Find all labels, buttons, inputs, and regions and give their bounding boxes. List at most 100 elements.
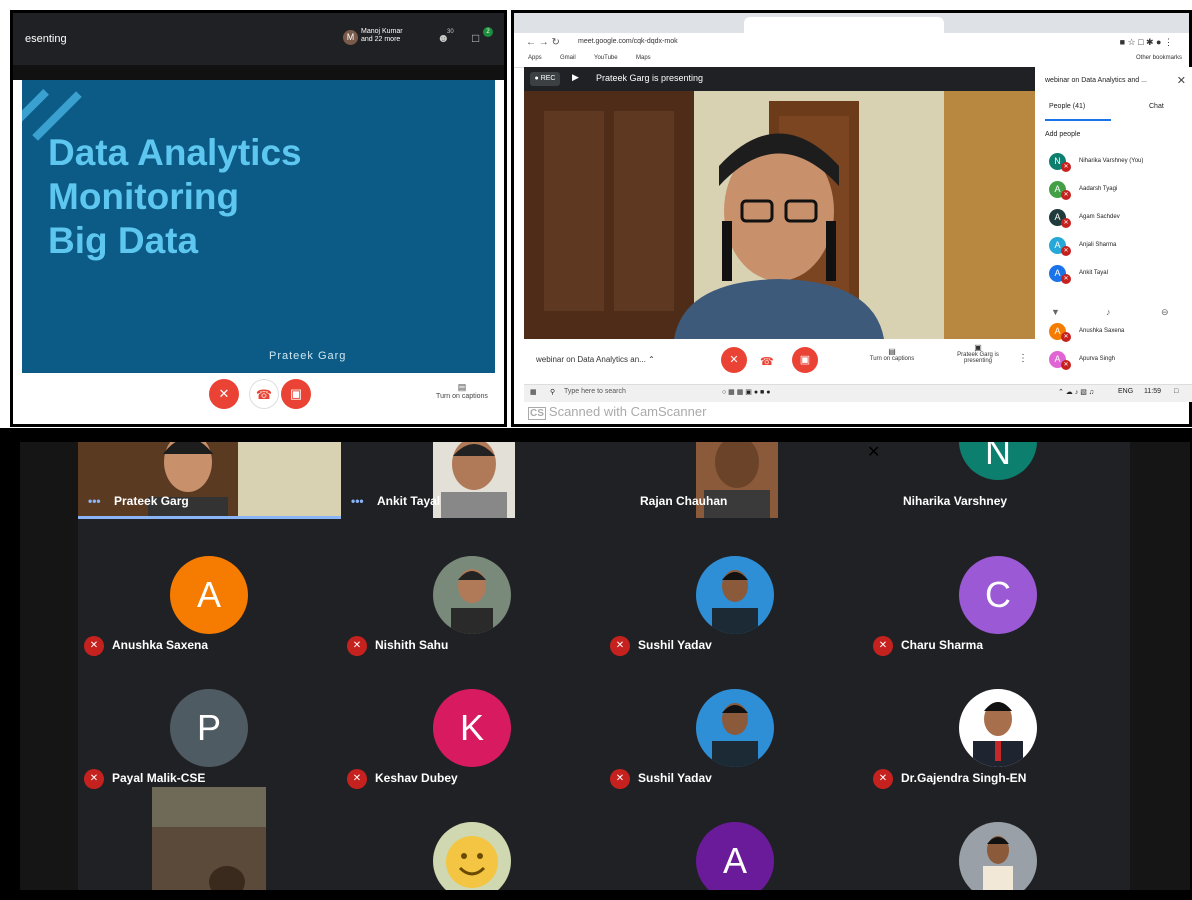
meeting-details-button[interactable]: webinar on Data Analytics an... ⌃ [536,355,655,364]
mute-icon[interactable]: ♪ [1106,307,1111,317]
slide-presentation-panel: esenting M Manoj Kumar and 22 more ☻ 30 … [10,10,507,427]
slide-title-line: Data Analytics [48,132,302,173]
participant-tile[interactable]: ✕ Nishith Sahu [341,546,604,671]
camera-off-button[interactable]: ▣ [281,379,311,409]
divider [13,65,504,80]
presenter-video [524,91,1035,339]
speaking-indicator [78,516,341,519]
add-people-button[interactable]: Add people [1045,131,1080,138]
participant-row[interactable]: A ✕ Anjali Sharma [1049,237,1189,257]
tab-chat[interactable]: Chat [1149,103,1164,110]
top-bar: esenting M Manoj Kumar and 22 more ☻ 30 … [13,13,504,65]
close-icon[interactable]: ✕ [1177,74,1186,87]
participant-row[interactable]: N ✕ Niharika Varshney (You) [1049,153,1189,173]
participant-row[interactable]: A ✕ Aadarsh Tyagi [1049,181,1189,201]
avatar: M [343,30,358,45]
participant-tile[interactable]: A [604,812,867,890]
more-options-icon[interactable]: ⋮ [1018,353,1028,364]
participant-name: Niharika Varshney [903,494,1008,508]
participant-tile[interactable]: A ✕ Anushka Saxena [78,546,341,671]
bookmark-gmail[interactable]: Gmail [560,55,576,61]
participant-grid: ••• Prateek Garg ••• Ankit Tayal ✕ Rajan [20,442,1190,890]
participant-tile[interactable]: C ✕ Charu Sharma [867,546,1130,671]
participant-tile[interactable]: ✕ Sushil Yadav [604,679,867,804]
participant-row[interactable]: A ✕ Apurva Singh [1049,351,1189,371]
notification-icon[interactable]: □ [1174,388,1178,395]
captions-button[interactable]: ▤ Turn on captions [431,382,493,400]
chat-icon[interactable]: □ [472,31,479,45]
video-tile[interactable]: ••• Prateek Garg [78,442,341,520]
camera-off-icon: ▣ [799,354,811,366]
recording-bar: ● REC ▶ Prateek Garg is presenting [524,67,1035,91]
browser-toolbar-icons[interactable]: ■ ☆ □ ✱ ● ⋮ [1120,37,1173,48]
tray-icons: ⌃ ☁ ♪ ▧ ♫ [1058,389,1095,396]
people-count: 30 [447,29,454,35]
participant-tile[interactable] [867,812,1130,890]
address-bar: ← → ↻ meet.google.com/cqk-dqdx-mok ■ ☆ □… [514,33,1189,53]
video-tile[interactable]: ✕ Rajan Chauhan [604,442,867,520]
taskbar-search[interactable]: Type here to search [564,388,626,395]
participant-name: Sushil Yadav [638,771,712,785]
participant-name: Agam Sachdev [1079,214,1120,220]
windows-start-icon[interactable]: ▦ [530,388,537,396]
leave-call-button[interactable]: ☎ [760,355,774,368]
participant-tile[interactable]: K ✕ Keshav Dubey [341,679,604,804]
leave-call-button[interactable]: ☎ [249,379,279,409]
tab-strip [514,13,1189,33]
cc-icon: ▤ [888,347,896,356]
meet-controls: webinar on Data Analytics an... ⌃ ✕ ☎ ▣ … [524,339,1035,384]
pin-icon[interactable]: ▼ [1051,307,1060,317]
mic-off-icon: ✕ [610,769,630,789]
avatar-photo [696,689,774,767]
cc-icon: ▤ [457,382,467,392]
participant-name: Anjali Sharma [1079,242,1117,248]
remove-icon[interactable]: ⊖ [1161,307,1169,318]
present-now-button[interactable]: ▣ Prateek Garg is presenting [948,343,1008,364]
taskbar-app-icons[interactable]: ○ ▦ ▦ ▣ ● ■ ● [722,388,770,396]
participant-tile[interactable]: P ✕ Payal Malik-CSE [78,679,341,804]
video-feed [152,787,266,890]
browser-tab[interactable] [744,17,944,33]
bookmark-youtube[interactable]: YouTube [594,55,618,61]
mic-off-button[interactable]: ✕ [209,379,239,409]
presenter-video-image [524,91,1035,339]
bookmark-maps[interactable]: Maps [636,55,651,61]
tab-people[interactable]: People (41) [1049,103,1085,110]
mic-off-button[interactable]: ✕ [721,347,747,373]
participant-row[interactable]: A ✕ Ankit Tayal [1049,265,1189,285]
camera-off-button[interactable]: ▣ [792,347,818,373]
other-bookmarks[interactable]: Other bookmarks [1136,55,1182,61]
url-field[interactable]: meet.google.com/cqk-dqdx-mok [578,38,678,45]
participant-name: Ankit Tayal [377,494,441,508]
clock: 11:59 [1144,388,1161,395]
participant-tile[interactable]: ✕ Sushil Yadav [604,546,867,671]
mic-off-icon: ✕ [1061,190,1071,200]
watermark: CS Scanned with CamScanner [528,404,706,420]
captions-button[interactable]: ▤ Turn on captions [862,347,922,362]
participant-name: Anushka Saxena [1079,328,1125,334]
presenting-icon: ▶ [572,72,579,82]
avatar: N [959,442,1037,480]
participant-tile[interactable] [341,812,604,890]
presenter-more: and 22 more [361,36,401,43]
slide-author: Prateek Garg [269,350,347,362]
participant-actions: ▼ ♪ ⊖ [1051,307,1181,317]
participant-row[interactable]: A ✕ Agam Sachdev [1049,209,1189,229]
nav-buttons[interactable]: ← → ↻ [526,37,560,48]
presenter-name: Manoj Kumar [361,28,403,35]
participant-row[interactable]: A ✕ Anushka Saxena [1049,323,1189,343]
talking-icon: ••• [351,494,364,508]
chat-badge: 2 [483,27,493,37]
video-tile[interactable]: N ✕ Niharika Varshney [867,442,1130,520]
present-icon: ▣ [974,343,982,352]
video-tile[interactable]: ••• Ankit Tayal [341,442,604,520]
rec-badge: ● REC [530,72,560,86]
presenting-label: Prateek Garg is presenting [596,73,704,83]
mic-off-icon: ✕ [1061,246,1071,256]
participant-tile[interactable] [78,787,341,890]
mic-off-icon: ✕ [347,769,367,789]
camera-off-icon: ▣ [289,386,303,401]
avatar: K [433,689,511,767]
participant-tile[interactable]: ✕ Dr.Gajendra Singh-EN [867,679,1130,804]
bookmark-apps[interactable]: Apps [528,55,542,61]
